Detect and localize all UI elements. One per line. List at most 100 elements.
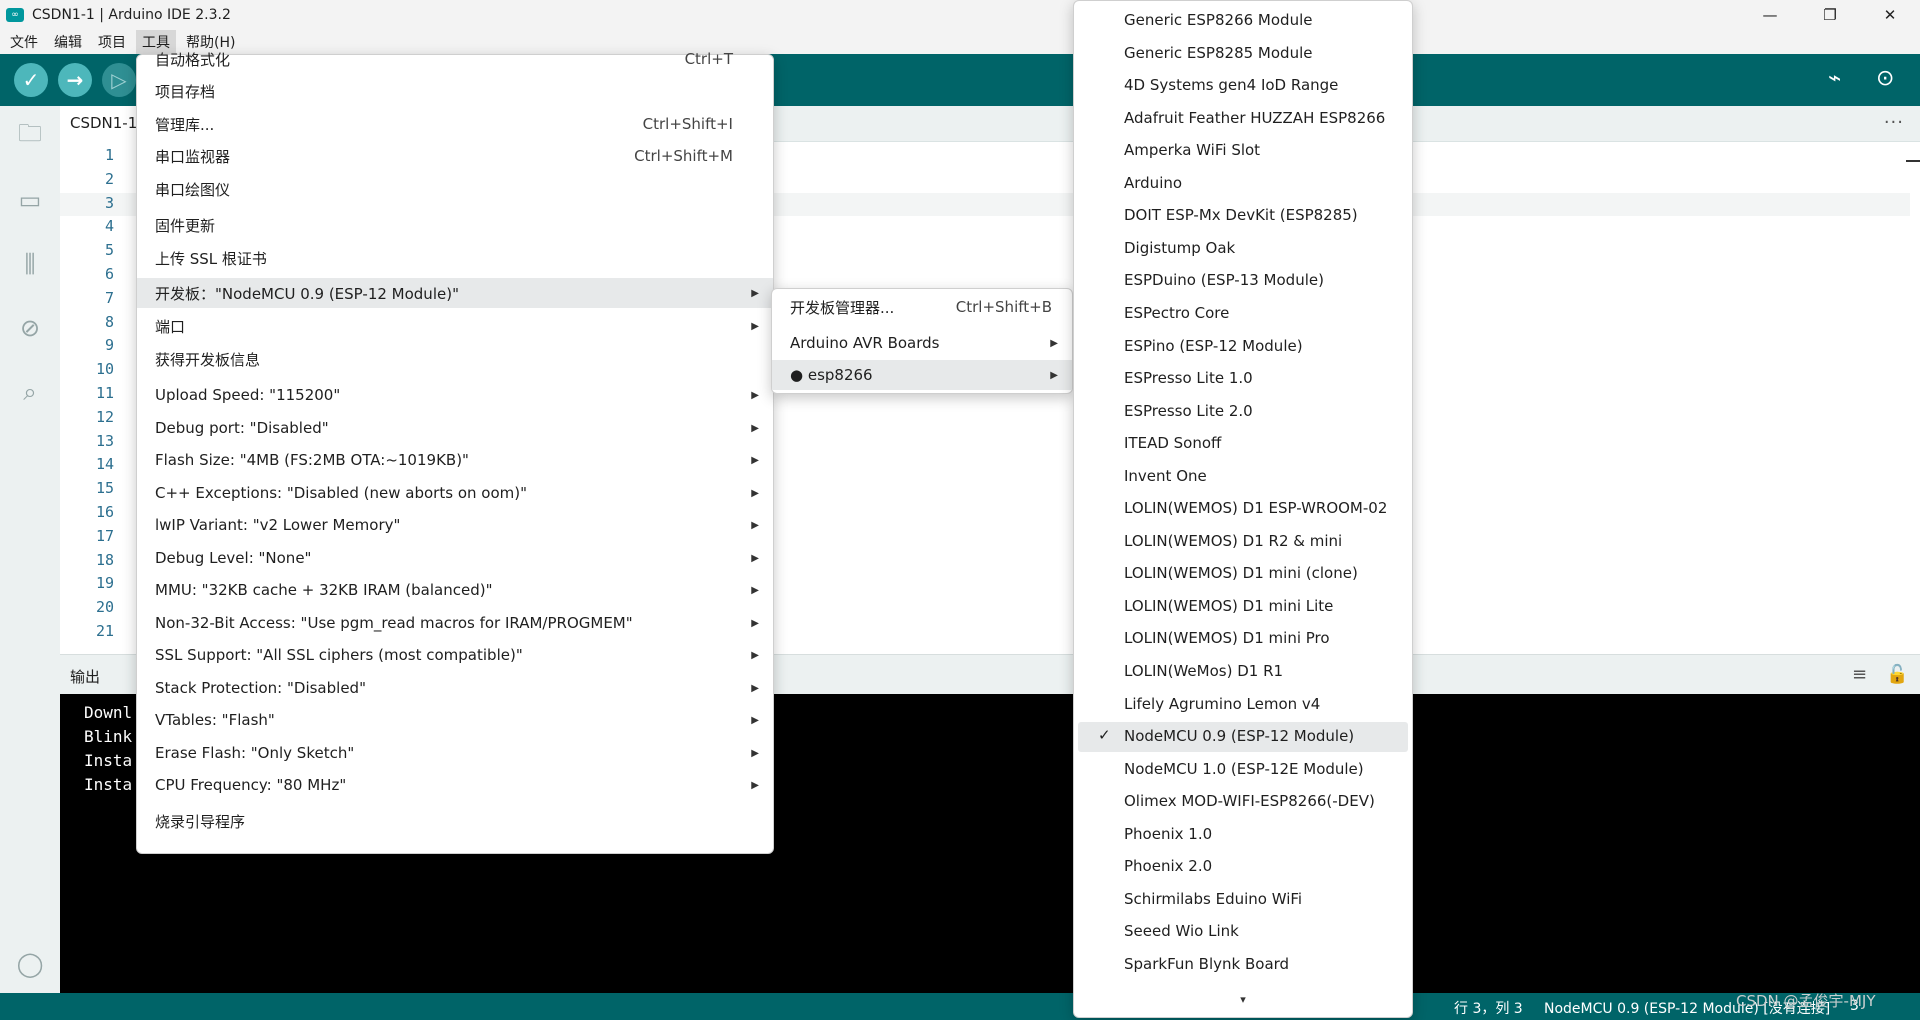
submenu-arrow-icon: ▶ bbox=[751, 552, 759, 564]
board-option[interactable]: LOLIN(WEMOS) D1 mini (clone) bbox=[1074, 559, 1412, 589]
board-option[interactable]: NodeMCU 1.0 (ESP-12E Module) bbox=[1074, 755, 1412, 785]
tools-menu-item[interactable]: 开发板："NodeMCU 0.9 (ESP-12 Module)" ▶ bbox=[137, 278, 773, 308]
menu-sketch[interactable]: 项目 bbox=[92, 30, 132, 54]
tools-menu-item[interactable]: 端口 ▶ bbox=[137, 311, 773, 341]
tools-menu-item[interactable]: 烧录引导程序 bbox=[137, 806, 773, 836]
board-submenu-item[interactable]: Arduino AVR Boards ▶ bbox=[772, 328, 1072, 358]
tools-menu-item[interactable]: 管理库... Ctrl+Shift+I bbox=[137, 109, 773, 139]
clear-output-icon[interactable]: ≡ bbox=[1852, 664, 1867, 685]
board-option-label: LOLIN(WEMOS) D1 mini Pro bbox=[1124, 629, 1330, 648]
scrollbar[interactable] bbox=[1906, 160, 1920, 162]
board-option[interactable]: Digistump Oak bbox=[1074, 234, 1412, 264]
boards-manager-icon[interactable]: ▭ bbox=[14, 184, 46, 216]
menu-item-label: VTables: "Flash" bbox=[155, 711, 275, 729]
minimize-button[interactable]: — bbox=[1740, 0, 1800, 30]
board-option[interactable]: LOLIN(WEMOS) D1 ESP-WROOM-02 bbox=[1074, 494, 1412, 524]
board-option[interactable]: Olimex MOD-WIFI-ESP8266(-DEV) bbox=[1074, 787, 1412, 817]
board-option-label: ESPectro Core bbox=[1124, 303, 1230, 322]
submenu-arrow-icon: ▶ bbox=[751, 287, 759, 299]
scroll-down-icon[interactable]: ▾ bbox=[1074, 993, 1412, 1006]
board-option-label: ITEAD Sonoff bbox=[1124, 434, 1222, 453]
board-submenu-item[interactable]: ● esp8266 ▶ bbox=[772, 360, 1072, 390]
board-option[interactable]: Schirmilabs Eduino WiFi bbox=[1074, 885, 1412, 915]
debug-icon[interactable]: ⊘ bbox=[14, 312, 46, 344]
close-button[interactable]: ✕ bbox=[1860, 0, 1920, 30]
board-option[interactable]: Seeed Wio Link bbox=[1074, 917, 1412, 947]
board-option[interactable]: Lifely Agrumino Lemon v4 bbox=[1074, 690, 1412, 720]
tools-menu-item[interactable]: Non-32-Bit Access: "Use pgm_read macros … bbox=[137, 608, 773, 638]
line-number: 11 bbox=[95, 384, 114, 402]
tools-menu-item[interactable]: SSL Support: "All SSL ciphers (most comp… bbox=[137, 640, 773, 670]
output-line: Blink bbox=[84, 727, 133, 746]
board-option[interactable]: Phoenix 2.0 bbox=[1074, 852, 1412, 882]
board-option[interactable]: ✓ NodeMCU 0.9 (ESP-12 Module) bbox=[1078, 722, 1408, 753]
tools-menu-item[interactable]: Debug port: "Disabled" ▶ bbox=[137, 413, 773, 443]
tools-menu-item[interactable]: C++ Exceptions: "Disabled (new aborts on… bbox=[137, 478, 773, 508]
more-icon[interactable]: ··· bbox=[1884, 112, 1904, 133]
search-icon[interactable]: ⌕ bbox=[14, 376, 46, 408]
tools-menu-item[interactable]: 获得开发板信息 bbox=[137, 344, 773, 374]
board-option[interactable]: Adafruit Feather HUZZAH ESP8266 bbox=[1074, 104, 1412, 134]
line-number: 15 bbox=[95, 479, 114, 498]
window-title: CSDN1-1 | Arduino IDE 2.3.2 bbox=[32, 7, 231, 23]
tools-menu-item[interactable]: CPU Frequency: "80 MHz" ▶ bbox=[137, 770, 773, 800]
tools-menu-item[interactable]: 固件更新 bbox=[137, 210, 773, 240]
folder-icon[interactable]: 🗀 bbox=[14, 119, 46, 152]
submenu-arrow-icon: ▶ bbox=[751, 584, 759, 596]
tools-menu-item[interactable]: 上传 SSL 根证书 bbox=[137, 243, 773, 273]
tools-menu-item[interactable]: Flash Size: "4MB (FS:2MB OTA:~1019KB)" ▶ bbox=[137, 445, 773, 475]
upload-button[interactable]: → bbox=[58, 63, 92, 97]
board-option[interactable]: SparkFun Blynk Board bbox=[1074, 950, 1412, 980]
tools-menu-item[interactable]: 串口监视器 Ctrl+Shift+M bbox=[137, 141, 773, 171]
tools-menu-item[interactable]: Upload Speed: "115200" ▶ bbox=[137, 380, 773, 410]
watermark: CSDN @孟俊宇-MJY bbox=[1736, 992, 1876, 1010]
board-option[interactable]: LOLIN(WEMOS) D1 R2 & mini bbox=[1074, 527, 1412, 557]
tools-menu-item[interactable]: 串口绘图仪 bbox=[137, 174, 773, 204]
tools-menu-item[interactable]: VTables: "Flash" ▶ bbox=[137, 705, 773, 735]
tools-menu-item[interactable]: 自动格式化 Ctrl+T bbox=[137, 44, 773, 74]
board-option[interactable]: Invent One bbox=[1074, 462, 1412, 492]
board-option[interactable]: Arduino bbox=[1074, 169, 1412, 199]
serial-plotter-icon[interactable]: ⌁ bbox=[1828, 66, 1841, 91]
tools-menu-item[interactable]: Stack Protection: "Disabled" ▶ bbox=[137, 673, 773, 703]
board-option[interactable]: ESPino (ESP-12 Module) bbox=[1074, 332, 1412, 362]
board-option[interactable]: ESPresso Lite 2.0 bbox=[1074, 397, 1412, 427]
board-option[interactable]: ESPDuino (ESP-13 Module) bbox=[1074, 266, 1412, 296]
lock-scroll-icon[interactable]: 🔓 bbox=[1886, 664, 1908, 685]
board-option[interactable]: Generic ESP8285 Module bbox=[1074, 39, 1412, 69]
tools-menu-item[interactable]: MMU: "32KB cache + 32KB IRAM (balanced)"… bbox=[137, 575, 773, 605]
board-option[interactable]: ITEAD Sonoff bbox=[1074, 429, 1412, 459]
board-option[interactable]: ESPresso Lite 1.0 bbox=[1074, 364, 1412, 394]
board-option[interactable]: LOLIN(WEMOS) D1 mini Lite bbox=[1074, 592, 1412, 622]
window-controls: — ❐ ✕ bbox=[1740, 0, 1920, 30]
board-option[interactable]: Generic ESP8266 Module bbox=[1074, 6, 1412, 36]
menu-edit[interactable]: 编辑 bbox=[48, 30, 88, 54]
board-option[interactable]: LOLIN(WeMos) D1 R1 bbox=[1074, 657, 1412, 687]
menu-file[interactable]: 文件 bbox=[4, 30, 44, 54]
menu-item-label: Stack Protection: "Disabled" bbox=[155, 679, 366, 697]
board-option[interactable]: DOIT ESP-Mx DevKit (ESP8285) bbox=[1074, 201, 1412, 231]
board-option-label: ESPresso Lite 1.0 bbox=[1124, 369, 1253, 388]
board-option[interactable]: 4D Systems gen4 IoD Range bbox=[1074, 71, 1412, 101]
debug-button[interactable]: ▷ bbox=[102, 63, 136, 97]
board-option[interactable]: Amperka WiFi Slot bbox=[1074, 136, 1412, 166]
submenu-arrow-icon: ▶ bbox=[751, 519, 759, 531]
board-submenu-item[interactable]: 开发板管理器... Ctrl+Shift+B bbox=[772, 292, 1072, 322]
board-option[interactable]: ESPectro Core bbox=[1074, 299, 1412, 329]
tools-menu-item[interactable]: Debug Level: "None" ▶ bbox=[137, 543, 773, 573]
serial-monitor-icon[interactable]: ⊙ bbox=[1876, 66, 1894, 91]
board-option[interactable]: Phoenix 1.0 bbox=[1074, 820, 1412, 850]
maximize-button[interactable]: ❐ bbox=[1800, 0, 1860, 30]
check-icon: ✓ bbox=[1098, 726, 1111, 745]
arduino-logo-icon: ∞ bbox=[6, 8, 24, 22]
tools-menu-item[interactable]: lwIP Variant: "v2 Lower Memory" ▶ bbox=[137, 510, 773, 540]
tools-menu-item[interactable]: 项目存档 bbox=[137, 76, 773, 106]
menu-item-shortcut: Ctrl+Shift+I bbox=[642, 115, 733, 133]
library-manager-icon[interactable]: ⫼ bbox=[14, 248, 46, 280]
board-option[interactable]: LOLIN(WEMOS) D1 mini Pro bbox=[1074, 624, 1412, 654]
tab-csdn1-1[interactable]: CSDN1-1 bbox=[60, 106, 140, 142]
submenu-arrow-icon: ▶ bbox=[751, 454, 759, 466]
account-icon[interactable]: ◯ bbox=[14, 948, 46, 980]
tools-menu-item[interactable]: Erase Flash: "Only Sketch" ▶ bbox=[137, 738, 773, 768]
verify-button[interactable]: ✓ bbox=[14, 63, 48, 97]
